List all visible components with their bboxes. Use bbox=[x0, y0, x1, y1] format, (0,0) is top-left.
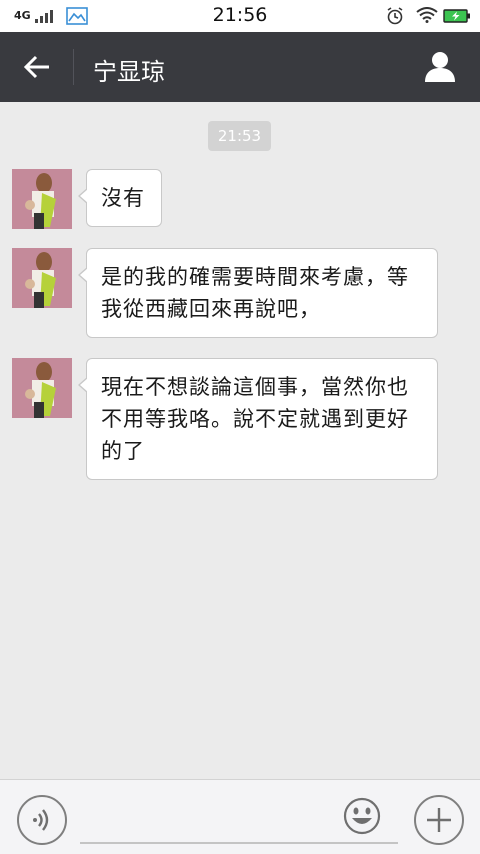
chat-header: 宁显琼 bbox=[0, 32, 480, 102]
contact-name: 宁显琼 bbox=[93, 58, 165, 86]
avatar[interactable] bbox=[12, 248, 72, 308]
voice-button[interactable] bbox=[17, 795, 67, 845]
profile-icon bbox=[425, 52, 455, 82]
chat-area[interactable]: 21:53 沒有 是的我的確需要時間來考慮，等我從西藏回來再說吧， 現在不想談論… bbox=[0, 102, 480, 779]
status-bar: 4G 21:56 bbox=[0, 0, 480, 32]
message-bubble[interactable]: 現在不想談論這個事，當然你也不用等我咯。說不定就遇到更好的了 bbox=[78, 358, 438, 480]
profile-button[interactable] bbox=[420, 46, 460, 86]
avatar[interactable] bbox=[12, 169, 72, 229]
emoji-icon[interactable] bbox=[343, 797, 381, 835]
message-bubble[interactable]: 是的我的確需要時間來考慮，等我從西藏回來再說吧， bbox=[78, 248, 438, 338]
voice-icon bbox=[33, 809, 49, 831]
more-button[interactable] bbox=[414, 795, 464, 845]
clock: 21:56 bbox=[212, 4, 268, 26]
avatar[interactable] bbox=[12, 358, 72, 418]
alarm-icon bbox=[387, 7, 403, 25]
back-button[interactable] bbox=[18, 49, 56, 85]
header-divider bbox=[73, 49, 74, 85]
input-bar bbox=[0, 779, 480, 854]
message-bubble[interactable]: 沒有 bbox=[78, 169, 162, 227]
battery-charging-icon bbox=[443, 9, 470, 23]
wifi-icon bbox=[416, 7, 438, 23]
plus-icon bbox=[427, 808, 451, 832]
back-arrow-icon bbox=[24, 55, 49, 79]
message-timestamp: 21:53 bbox=[208, 121, 271, 151]
